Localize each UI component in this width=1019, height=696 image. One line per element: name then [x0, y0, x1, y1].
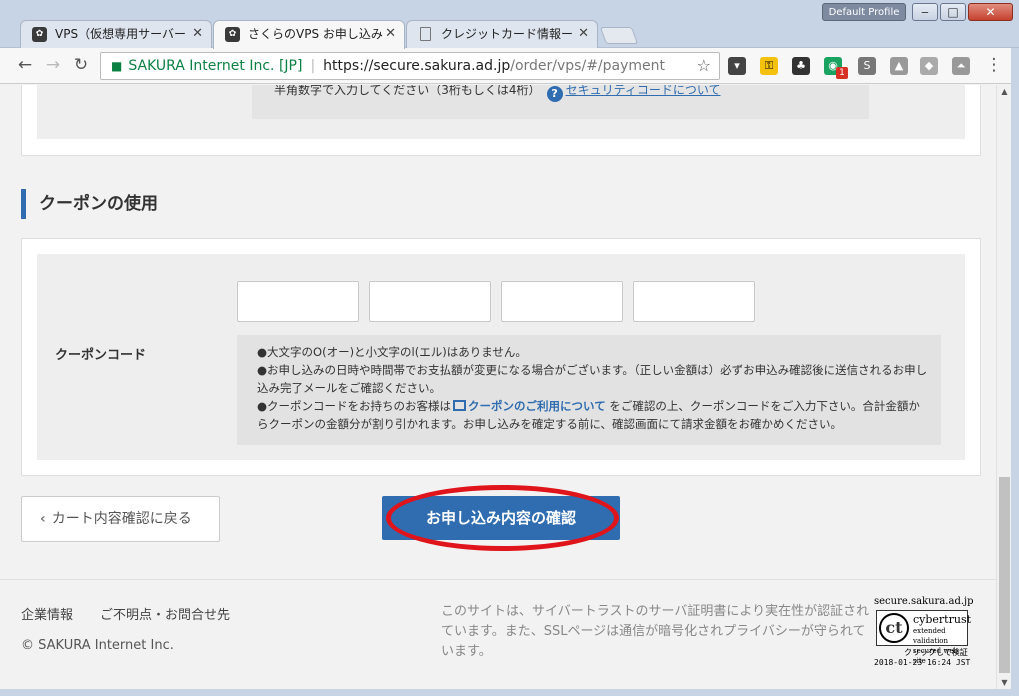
tab-label: VPS（仮想専用サーバー: [55, 27, 186, 41]
seal-date: 2018-01-23 16:24 JST: [874, 658, 971, 667]
scroll-up-arrow-icon[interactable]: ▲: [997, 87, 1012, 96]
coupon-code-input-3[interactable]: [501, 281, 623, 322]
evernote-icon[interactable]: ♣: [792, 57, 810, 75]
coupon-code-input-4[interactable]: [633, 281, 755, 322]
seal-brand: cybertrust: [913, 613, 972, 626]
security-code-hint: 半角数字で入力してください（3桁もしくは4桁）? セキュリティコードについて: [252, 85, 869, 119]
pocket-icon[interactable]: ▾: [728, 57, 746, 75]
security-code-hint-text: 半角数字で入力してください（3桁もしくは4桁）: [274, 85, 541, 97]
confirm-order-button[interactable]: お申し込み内容の確認: [382, 496, 620, 540]
cybertrust-logo-icon: ct: [879, 613, 909, 643]
vertical-scrollbar[interactable]: ▲ ▼: [996, 85, 1011, 689]
coupon-section-title: クーポンの使用: [21, 189, 158, 219]
stylish-icon[interactable]: S: [858, 57, 876, 75]
lock-icon: ■: [111, 59, 123, 73]
back-to-cart-label: カート内容確認に戻る: [51, 511, 192, 527]
tab-label: クレジットカード情報ー: [441, 27, 574, 41]
coupon-note-3: ●クーポンコードをお持ちのお客様は クーポンのご利用について をご確認の上、クーポ…: [257, 397, 929, 433]
new-tab-button[interactable]: [599, 27, 639, 44]
window-border-right: [1011, 48, 1019, 696]
acrobat-icon[interactable]: ⏶: [952, 57, 970, 75]
coupon-card: クーポンコード ●大文字のO(オー)と小文字のl(エル)はありません。 ●お申し…: [21, 238, 981, 476]
window-titlebar: Default Profile ‒ □ ✕ ✿ VPS（仮想専用サーバー ✕ ✿…: [0, 0, 1019, 49]
notification-badge: 1: [836, 67, 848, 79]
minimize-button[interactable]: ‒: [912, 3, 938, 21]
window-border-bottom: [0, 689, 1019, 696]
browser-menu-icon[interactable]: ⋮: [983, 55, 1005, 75]
browser-toolbar: ← → ↻ ■ SAKURA Internet Inc. [JP] | https:/…: [0, 48, 1019, 84]
sakura-favicon-icon: ✿: [225, 27, 240, 42]
coupon-code-label: クーポンコード: [55, 348, 147, 363]
tab-vps-order[interactable]: ✿ さくらのVPS お申し込み ✕: [213, 20, 405, 49]
sakura-favicon-icon: ✿: [32, 27, 47, 42]
help-icon[interactable]: ?: [546, 86, 563, 102]
seal-box: ct cybertrust extended validation secure…: [876, 610, 972, 665]
tab-close-icon[interactable]: ✕: [385, 21, 396, 47]
tab-label: さくらのVPS お申し込み: [248, 27, 383, 41]
scroll-thumb[interactable]: [999, 477, 1010, 673]
url-path: /order/vps/#/payment: [510, 58, 666, 74]
bookmark-star-icon[interactable]: ☆: [697, 53, 711, 79]
profile-button[interactable]: Default Profile: [822, 3, 906, 21]
dropbox-icon[interactable]: ◆: [920, 57, 938, 75]
drive-icon[interactable]: ▲: [890, 57, 908, 75]
forward-arrow-icon[interactable]: →: [42, 55, 64, 75]
secure-label: SAKURA Internet Inc. [JP]: [128, 58, 303, 74]
tab-vps[interactable]: ✿ VPS（仮想専用サーバー ✕: [20, 20, 212, 48]
coupon-usage-link[interactable]: クーポンのご利用について: [468, 399, 606, 413]
coupon-code-input-2[interactable]: [369, 281, 491, 322]
coupon-panel: クーポンコード ●大文字のO(オー)と小文字のl(エル)はありません。 ●お申し…: [37, 254, 965, 460]
cybertrust-seal[interactable]: secure.sakura.ad.jp ct cybertrust extend…: [874, 596, 974, 667]
footer-link-company[interactable]: 企業情報: [21, 604, 73, 623]
reload-icon[interactable]: ↻: [70, 55, 92, 75]
footer: 企業情報 ご不明点・お問合せ先 © SAKURA Internet Inc. こ…: [0, 579, 996, 689]
coupon-notes: ●大文字のO(オー)と小文字のl(エル)はありません。 ●お申し込みの日時や時間…: [237, 335, 941, 445]
maximize-button[interactable]: □: [940, 3, 966, 21]
coupon-note-3-pre: ●クーポンコードをお持ちのお客様は: [257, 399, 452, 413]
back-to-cart-button[interactable]: ‹ カート内容確認に戻る: [21, 496, 220, 542]
coupon-note-1: ●大文字のO(オー)と小文字のl(エル)はありません。: [257, 345, 527, 359]
seal-click-label: クリックして検証: [904, 648, 968, 657]
security-code-card: 半角数字で入力してください（3桁もしくは4桁）? セキュリティコードについて: [21, 85, 981, 156]
password-extension-icon[interactable]: ⚿: [760, 57, 778, 75]
separator: |: [310, 58, 316, 74]
tab-close-icon[interactable]: ✕: [578, 21, 589, 47]
ssl-notice: このサイトは、サイバートラストのサーバ証明書により実在性が認証されています。また…: [441, 604, 870, 659]
coupon-code-input-1[interactable]: [237, 281, 359, 322]
security-code-link[interactable]: セキュリティコードについて: [566, 85, 721, 97]
url-host: https://secure.sakura.ad.jp: [323, 58, 511, 74]
tab-credit-card[interactable]: クレジットカード情報ー ✕: [406, 20, 598, 48]
chevron-left-icon: ‹: [40, 511, 46, 527]
footer-link-contact[interactable]: ご不明点・お問合せ先: [100, 604, 230, 623]
window-icon: [453, 400, 467, 411]
copyright: © SAKURA Internet Inc.: [21, 638, 174, 653]
back-arrow-icon[interactable]: ←: [14, 55, 36, 75]
document-icon: [420, 27, 431, 41]
address-bar[interactable]: ■ SAKURA Internet Inc. [JP] | https://secur…: [100, 52, 720, 80]
scroll-down-arrow-icon[interactable]: ▼: [997, 678, 1012, 687]
coupon-note-2: ●お申し込みの日時や時間帯でお支払額が変更になる場合がございます。（正しい金額は…: [257, 363, 928, 395]
seal-line1: extended validation: [913, 627, 949, 645]
seal-domain: secure.sakura.ad.jp: [874, 596, 974, 607]
tab-close-icon[interactable]: ✕: [192, 21, 203, 47]
page-viewport: 半角数字で入力してください（3桁もしくは4桁）? セキュリティコードについて クー…: [0, 85, 996, 689]
close-window-button[interactable]: ✕: [968, 3, 1013, 21]
security-code-panel: 半角数字で入力してください（3桁もしくは4桁）? セキュリティコードについて: [37, 85, 965, 139]
